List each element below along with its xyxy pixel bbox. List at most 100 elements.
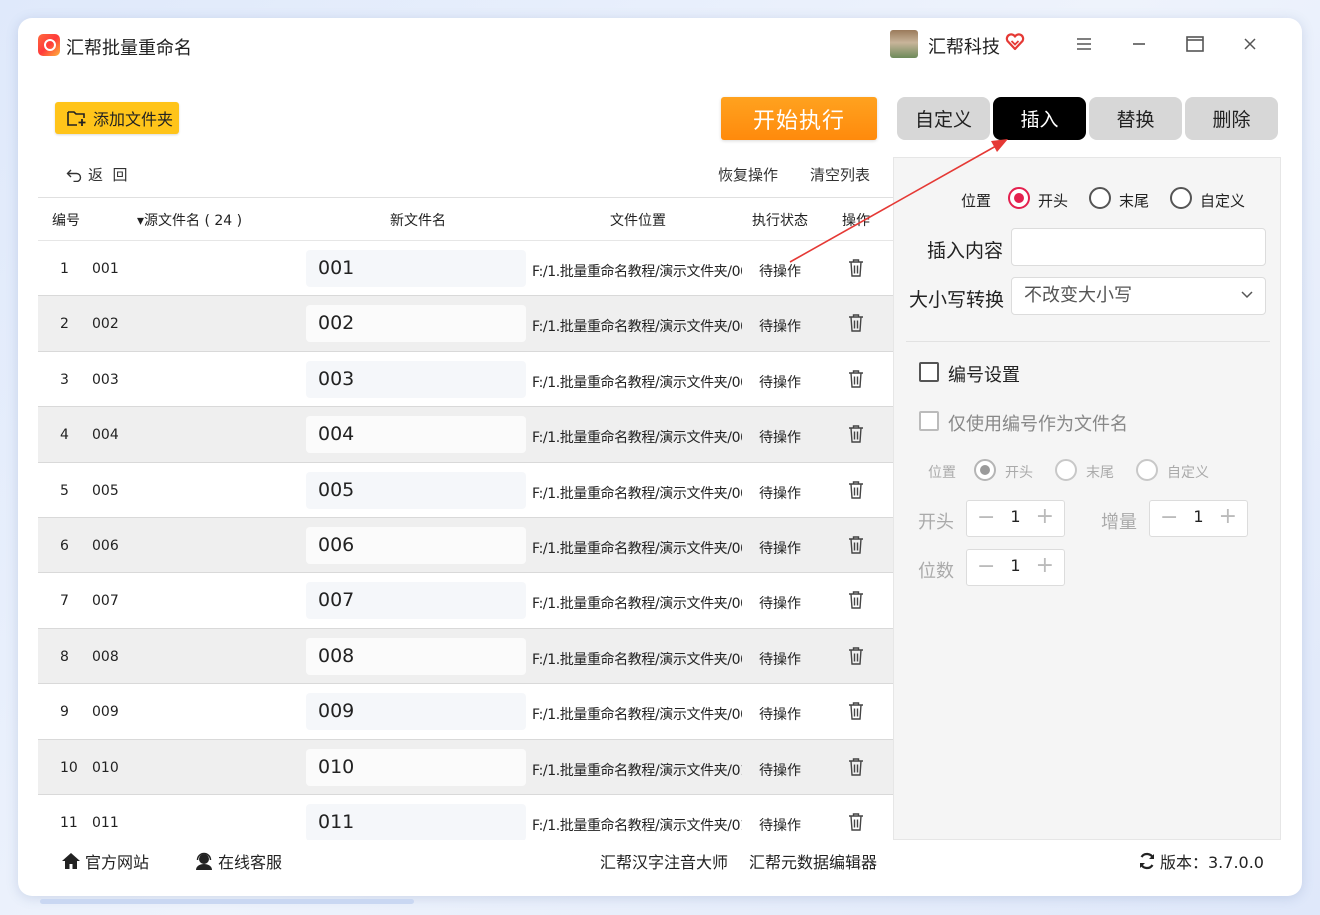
row-index: 8 — [60, 648, 69, 665]
row-new-name-field[interactable]: 004 — [306, 416, 526, 454]
table-row[interactable]: 9 009 009 F:/1.批量重命名教程/演示文件夹/00 待操作 — [38, 684, 894, 740]
num-position-radio-custom[interactable] — [1136, 459, 1158, 481]
company-name[interactable]: 汇帮科技 — [928, 33, 1000, 59]
increment-stepper[interactable]: − 1 + — [1149, 500, 1248, 537]
tab-delete[interactable]: 删除 — [1185, 97, 1278, 140]
row-status: 待操作 — [759, 651, 801, 668]
title-bar: 汇帮批量重命名 汇帮科技 — [20, 30, 1270, 66]
maximize-icon[interactable] — [1179, 30, 1211, 58]
table-row[interactable]: 8 008 008 F:/1.批量重命名教程/演示文件夹/00 待操作 — [38, 628, 894, 685]
row-new-name-field[interactable]: 006 — [306, 526, 526, 564]
row-index: 4 — [60, 427, 69, 444]
row-new-name-field[interactable]: 002 — [306, 305, 526, 343]
only-number-checkbox[interactable] — [919, 411, 939, 431]
undo-button[interactable]: 恢复操作 — [718, 164, 778, 185]
position-radio-start[interactable] — [1008, 187, 1030, 209]
minimize-icon[interactable] — [1123, 30, 1155, 58]
trash-icon[interactable] — [847, 812, 865, 832]
header-source[interactable]: ▾源文件名 ( 24 ) — [137, 210, 242, 230]
row-new-name-field[interactable]: 001 — [306, 250, 526, 287]
numbering-checkbox[interactable] — [919, 362, 939, 382]
menu-icon[interactable] — [1068, 30, 1100, 58]
table-body: 1 001 001 F:/1.批量重命名教程/演示文件夹/00 待操作 2 002 002 F:… — [38, 241, 894, 840]
table-row[interactable]: 5 005 005 F:/1.批量重命名教程/演示文件夹/00 待操作 — [38, 463, 894, 518]
plus-icon[interactable]: + — [1036, 504, 1054, 529]
start-button[interactable]: 开始执行 — [721, 97, 877, 140]
num-position-radio-start[interactable] — [974, 459, 996, 481]
position-option-start[interactable]: 开头 — [1038, 190, 1068, 211]
table-row[interactable]: 4 004 004 F:/1.批量重命名教程/演示文件夹/00 待操作 — [38, 407, 894, 463]
case-convert-label: 大小写转换 — [909, 289, 1005, 311]
tab-custom[interactable]: 自定义 — [897, 97, 990, 140]
version-label: 版本：3.7.0.0 — [1160, 853, 1264, 872]
row-new-name-field[interactable]: 011 — [306, 803, 526, 840]
num-position-option-start[interactable]: 开头 — [1005, 462, 1033, 482]
file-table: 编号 ▾源文件名 ( 24 ) 新文件名 文件位置 执行状态 操作 1 001 00… — [38, 197, 894, 840]
avatar[interactable] — [890, 30, 918, 58]
trash-icon[interactable] — [847, 590, 865, 610]
table-row[interactable]: 6 006 006 F:/1.批量重命名教程/演示文件夹/00 待操作 — [38, 517, 894, 574]
close-icon[interactable] — [1234, 30, 1266, 58]
row-source-name: 010 — [92, 759, 119, 776]
row-new-name-field[interactable]: 003 — [306, 360, 526, 398]
trash-icon[interactable] — [847, 480, 865, 500]
clear-list-button[interactable]: 清空列表 — [810, 164, 870, 185]
online-service-link[interactable]: 在线客服 — [194, 849, 282, 873]
num-position-option-end[interactable]: 末尾 — [1086, 462, 1114, 482]
plus-icon[interactable]: + — [1219, 504, 1237, 529]
trash-icon[interactable] — [847, 757, 865, 777]
row-new-name-field[interactable]: 010 — [306, 748, 526, 786]
table-row[interactable]: 11 011 011 F:/1.批量重命名教程/演示文件夹/01 待操作 — [38, 795, 894, 840]
row-index: 5 — [60, 482, 69, 499]
num-position-radio-end[interactable] — [1055, 459, 1077, 481]
row-source-name: 007 — [92, 593, 119, 610]
tab-replace[interactable]: 替换 — [1089, 97, 1182, 140]
position-option-custom[interactable]: 自定义 — [1200, 190, 1245, 211]
numbering-label[interactable]: 编号设置 — [948, 361, 1020, 387]
official-site-link[interactable]: 官方网站 — [61, 849, 149, 873]
row-source-name: 001 — [92, 261, 119, 277]
num-position-option-custom[interactable]: 自定义 — [1167, 462, 1209, 482]
back-button[interactable]: 返 回 — [66, 164, 128, 185]
trash-icon[interactable] — [847, 258, 865, 278]
add-folder-button[interactable]: 添加文件夹 — [55, 102, 179, 134]
row-new-name-field[interactable]: 008 — [306, 637, 526, 675]
chevron-down-icon — [1241, 291, 1253, 299]
row-new-name-field[interactable]: 009 — [306, 693, 526, 731]
only-number-label[interactable]: 仅使用编号作为文件名 — [948, 410, 1128, 436]
version-info[interactable]: 版本：3.7.0.0 — [1138, 849, 1264, 873]
row-index: 6 — [60, 537, 69, 554]
table-row[interactable]: 7 007 007 F:/1.批量重命名教程/演示文件夹/00 待操作 — [38, 573, 894, 629]
footer-link-pinyin[interactable]: 汇帮汉字注音大师 — [600, 849, 728, 873]
table-row[interactable]: 2 002 002 F:/1.批量重命名教程/演示文件夹/00 待操作 — [38, 296, 894, 352]
vip-heart-icon[interactable] — [1005, 32, 1025, 52]
plus-icon[interactable]: + — [1036, 553, 1054, 578]
position-option-end[interactable]: 末尾 — [1119, 190, 1149, 211]
insert-content-input[interactable] — [1011, 228, 1266, 266]
start-number-stepper[interactable]: − 1 + — [966, 500, 1065, 537]
table-row[interactable]: 3 003 003 F:/1.批量重命名教程/演示文件夹/00 待操作 — [38, 352, 894, 408]
position-radio-custom[interactable] — [1170, 187, 1192, 209]
case-convert-select[interactable]: 不改变大小写 — [1011, 277, 1266, 315]
trash-icon[interactable] — [847, 369, 865, 389]
trash-icon[interactable] — [847, 535, 865, 555]
trash-icon[interactable] — [847, 424, 865, 444]
position-radio-end[interactable] — [1089, 187, 1111, 209]
row-file-path: F:/1.批量重命名教程/演示文件夹/01 — [532, 817, 742, 834]
table-row[interactable]: 1 001 001 F:/1.批量重命名教程/演示文件夹/00 待操作 — [38, 241, 894, 297]
trash-icon[interactable] — [847, 701, 865, 721]
header-new-name: 新文件名 — [390, 213, 446, 229]
digits-stepper[interactable]: − 1 + — [966, 549, 1065, 586]
trash-icon[interactable] — [847, 646, 865, 666]
row-status: 待操作 — [759, 319, 801, 336]
tab-insert[interactable]: 插入 — [993, 97, 1086, 140]
footer-link-metadata[interactable]: 汇帮元数据编辑器 — [749, 849, 877, 873]
row-source-name: 009 — [92, 704, 119, 721]
trash-icon[interactable] — [847, 313, 865, 333]
table-row[interactable]: 10 010 010 F:/1.批量重命名教程/演示文件夹/01 待操作 — [38, 739, 894, 795]
row-status: 待操作 — [759, 264, 801, 280]
row-file-path: F:/1.批量重命名教程/演示文件夹/00 — [532, 430, 742, 447]
horizontal-scrollbar[interactable] — [40, 899, 414, 904]
row-new-name-field[interactable]: 005 — [306, 471, 526, 509]
row-new-name-field[interactable]: 007 — [306, 582, 526, 620]
